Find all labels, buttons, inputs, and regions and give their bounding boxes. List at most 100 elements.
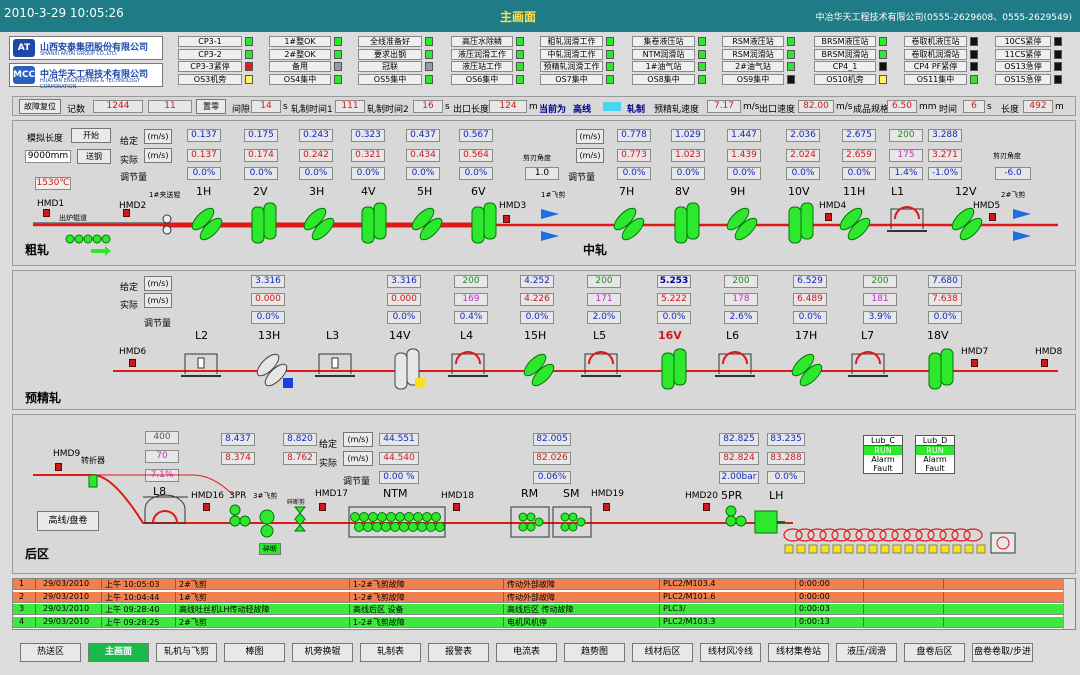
wire-coil-switch-button[interactable]: 高线/盘卷 [37, 511, 99, 531]
mid-actual-unit-button[interactable]: (m/s) [576, 148, 604, 163]
rough-act-4: 0.434 [406, 149, 440, 162]
len-unit: m [1055, 102, 1064, 112]
ntm-roll-icon [395, 512, 405, 522]
actual-unit-button[interactable]: (m/s) [144, 148, 172, 163]
alarm-divider [863, 579, 864, 589]
middle-stand-label: 8V [675, 185, 690, 198]
gap-value: 14 [251, 100, 281, 113]
nav-button-12[interactable]: 液压/润滑 [836, 643, 897, 662]
out-speed-unit: m/s [836, 102, 853, 112]
nav-button-7[interactable]: 电流表 [496, 643, 557, 662]
status-indicator-icon [879, 49, 887, 59]
start-button[interactable]: 开始 [71, 128, 111, 143]
hmd5-sensor [989, 213, 996, 221]
rough-adj-5: 0.0% [459, 167, 493, 180]
status-col3-1: 要求出钢 [358, 48, 422, 60]
middle-stand-label: 7H [619, 185, 635, 198]
alarm-scrollbar[interactable] [1063, 579, 1075, 629]
rough-adj-3: 0.0% [351, 167, 385, 180]
shear1-bottom-icon [541, 231, 559, 241]
nav-button-5[interactable]: 轧制表 [360, 643, 421, 662]
rough-adj-1: 0.0% [244, 167, 278, 180]
pre-set-9: 7.680 [928, 275, 962, 288]
given-unit-button[interactable]: (m/s) [144, 129, 172, 144]
v-stand-roll-icon [673, 348, 687, 386]
hmd9-label: HMD9 [53, 449, 81, 459]
cooling-fan-icon [940, 544, 950, 554]
nav-button-4[interactable]: 机旁换辊 [292, 643, 353, 662]
sm-label: SM [563, 487, 580, 500]
alarm-divider [175, 616, 176, 627]
status-col10-3: OS15急停 [995, 73, 1051, 85]
nav-button-10[interactable]: 线材风冷线 [700, 643, 761, 662]
clear-button[interactable]: 置零 [196, 99, 226, 114]
status-col7-3: OS9集中 [722, 73, 784, 85]
alarm-divider [503, 579, 504, 589]
mid-given-unit-button[interactable]: (m/s) [576, 129, 604, 144]
cooling-fan-icon [868, 544, 878, 554]
sim-length-input[interactable]: 9000mm [25, 150, 71, 163]
alarm-row[interactable]: 3 29/03/2010 上午 09:28:40 高线吐丝机LH传动轻故障 高线后区 设… [13, 604, 1063, 615]
cooling-fan-icon [904, 544, 914, 554]
turn-switch-icon [88, 474, 98, 488]
pre-adj-8: 3.9% [863, 311, 897, 324]
alarm-divider [943, 604, 944, 614]
alarm-cell-x: 0:00:13 [799, 616, 830, 626]
status-col2-1: 2#整OK [269, 48, 331, 60]
ntm-roll-icon [435, 522, 445, 532]
alarm-cell-b: 传动外部故障 [507, 580, 555, 589]
v-stand-roll-icon [686, 202, 700, 240]
info-bar: 故障复位 记数 1244 11 置零 间隙 14 s 轧制时间1 111 轧制时… [12, 96, 1076, 116]
hmd3-sensor [503, 215, 510, 223]
alarm-divider [349, 604, 350, 614]
alarm-row[interactable]: 1 29/03/2010 上午 10:05:03 2#飞剪 1-2#飞剪故障 传动外部故障… [13, 579, 1063, 590]
alarm-cell-x: 0:00:00 [799, 579, 830, 588]
alarm-cell-n: 2 [19, 591, 25, 601]
nav-button-1[interactable]: 主画面 [88, 643, 149, 662]
hmd20-sensor [703, 503, 710, 511]
rough-set-1: 0.175 [244, 129, 278, 142]
cooling-fan-icon [880, 544, 890, 554]
roll2-unit: s [445, 102, 450, 112]
nav-button-3[interactable]: 棒图 [224, 643, 285, 662]
alarm-divider [863, 591, 864, 602]
alarm-cell-d: 29/03/2010 [43, 579, 90, 588]
mid-act-2: 1.439 [727, 149, 761, 162]
alarm-list[interactable]: 1 29/03/2010 上午 10:05:03 2#飞剪 1-2#飞剪故障 传动外部故障… [12, 578, 1076, 630]
nav-button-2[interactable]: 轧机与飞剪 [156, 643, 217, 662]
roll2-value: 16 [413, 100, 443, 113]
status-col4-3: OS6集中 [451, 73, 513, 85]
pre-adj-9: 0.0% [928, 311, 962, 324]
status-col3-3: OS5集中 [358, 73, 422, 85]
rough-act-3: 0.321 [351, 149, 385, 162]
status-indicator-icon [970, 49, 978, 59]
status-indicator-icon [970, 74, 978, 84]
send-steel-button[interactable]: 送钢 [77, 149, 111, 164]
nav-button-13[interactable]: 盘卷后区 [904, 643, 965, 662]
nav-button-8[interactable]: 趋势图 [564, 643, 625, 662]
nav-button-9[interactable]: 线材后区 [632, 643, 693, 662]
pre-act-7: 6.489 [793, 293, 827, 306]
spec-label: 成品规格 [853, 105, 890, 115]
cooling-fans [784, 544, 986, 554]
shear2-label: 2#飞剪 [1001, 191, 1026, 199]
v-stand-roll-icon [940, 348, 954, 386]
alarm-row[interactable]: 2 29/03/2010 上午 10:04:44 1#飞剪 1-2#飞剪故障 传动外部故障… [13, 591, 1063, 603]
mid-set-2: 1.447 [727, 129, 761, 142]
nav-button-11[interactable]: 线材集卷站 [768, 643, 829, 662]
mid-adj-1: 0.0% [671, 167, 705, 180]
alarm-cell-c: PLC2/M103.3 [663, 616, 716, 626]
pre-given-unit-button[interactable]: (m/s) [144, 276, 172, 291]
pre-actual-unit-button[interactable]: (m/s) [144, 293, 172, 308]
crush-button[interactable]: 碎断 [259, 543, 281, 555]
count2-value: 11 [148, 100, 192, 113]
mid-set-5: 200 [889, 129, 923, 142]
nav-button-14[interactable]: 盘卷卷取/步进 [972, 643, 1033, 662]
fault-reset-button[interactable]: 故障复位 [19, 99, 61, 114]
hmd1-label: HMD1 [37, 199, 65, 209]
status-col4-2: 液压站工作 [451, 61, 513, 72]
nav-button-0[interactable]: 热送区 [20, 643, 81, 662]
alarm-row[interactable]: 4 29/03/2010 上午 09:28:25 2#飞剪 1-2#飞剪故障 电机风机停 P… [13, 616, 1063, 628]
nav-button-6[interactable]: 报警表 [428, 643, 489, 662]
hmd17-label: HMD17 [315, 489, 348, 499]
